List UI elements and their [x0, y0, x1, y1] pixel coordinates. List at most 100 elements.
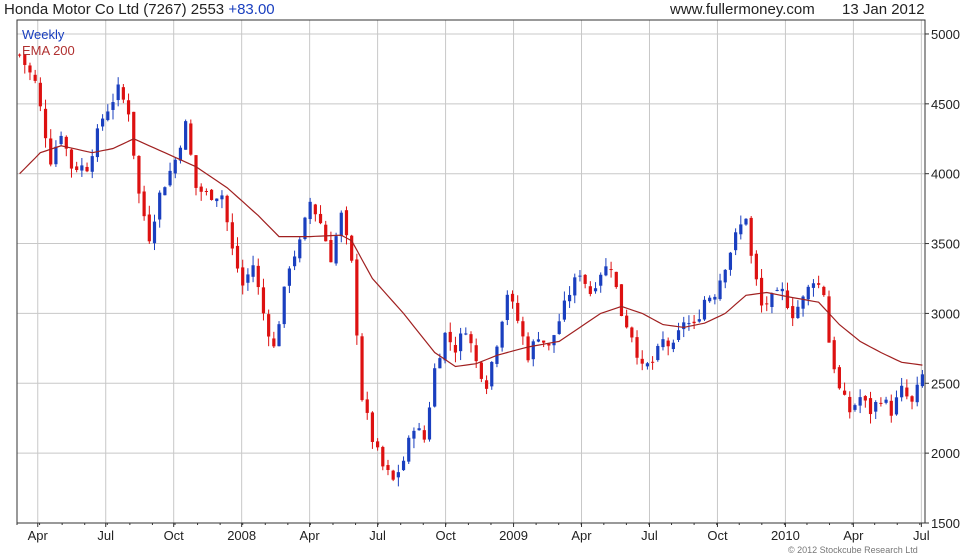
- candle: [817, 275, 821, 289]
- candle: [209, 188, 214, 201]
- candle: [765, 296, 769, 312]
- y-tick-label: 4000: [931, 167, 960, 182]
- candle: [661, 331, 665, 351]
- candle: [147, 205, 151, 244]
- candle: [111, 93, 115, 120]
- candle: [842, 382, 847, 396]
- candle: [318, 205, 323, 225]
- candlestick-series: [17, 53, 925, 487]
- candle: [900, 377, 904, 402]
- candle: [116, 77, 120, 107]
- x-tick-label: Oct: [164, 528, 185, 543]
- x-axis-ticks: Apr Jul Oct 2008 Apr Jul Oct 2009 Apr Jul Oct 2010 A…: [16, 523, 930, 543]
- candle: [401, 456, 406, 471]
- candle: [874, 400, 878, 420]
- candle: [215, 198, 219, 207]
- x-tick-label: Oct: [435, 528, 456, 543]
- candle: [640, 350, 644, 371]
- candle: [759, 269, 764, 313]
- candle: [505, 290, 509, 326]
- candle: [500, 320, 504, 352]
- candle: [256, 258, 260, 295]
- candle: [557, 313, 561, 335]
- candle: [261, 278, 266, 321]
- x-tick-label: Apr: [300, 528, 321, 543]
- candle: [547, 343, 551, 351]
- candle: [277, 321, 281, 347]
- candle: [308, 197, 312, 225]
- legend-weekly: Weekly: [22, 27, 65, 42]
- candle: [59, 131, 63, 147]
- candle: [292, 250, 297, 271]
- candle: [370, 411, 375, 449]
- candle: [225, 194, 229, 232]
- candle: [464, 327, 468, 336]
- y-tick-label: 4500: [931, 97, 960, 112]
- candle: [832, 336, 836, 374]
- candle: [246, 268, 250, 291]
- candle: [599, 272, 603, 293]
- candle: [708, 295, 712, 303]
- candle: [267, 309, 271, 347]
- candle: [142, 185, 146, 221]
- candle: [64, 135, 68, 157]
- candle: [822, 285, 826, 297]
- candle: [604, 258, 608, 277]
- candle: [588, 281, 592, 297]
- candle: [609, 261, 613, 278]
- candle: [43, 99, 48, 148]
- candle: [49, 129, 53, 167]
- candle: [619, 284, 624, 317]
- website-label[interactable]: www.fullermoney.com: [670, 1, 815, 18]
- candle: [386, 459, 390, 476]
- candle: [775, 287, 779, 292]
- candle: [567, 286, 572, 308]
- candle: [235, 237, 240, 273]
- candle: [791, 298, 795, 327]
- plot-frame: [16, 19, 926, 524]
- candle: [158, 190, 162, 228]
- candle: [427, 401, 432, 442]
- candle: [702, 296, 707, 321]
- x-tick-label: Jul: [369, 528, 386, 543]
- x-tick-label: Apr: [571, 528, 592, 543]
- candle: [630, 326, 634, 343]
- candle: [827, 290, 831, 343]
- candle: [272, 331, 276, 348]
- candle: [645, 361, 650, 370]
- candle: [391, 469, 395, 482]
- candle: [713, 294, 717, 305]
- candle: [298, 236, 302, 263]
- candle: [516, 295, 520, 324]
- chart-title-row: Honda Motor Co Ltd (7267) 2553 +83.00: [4, 1, 275, 18]
- candle: [884, 396, 888, 405]
- candle: [676, 322, 681, 343]
- candle: [381, 445, 385, 471]
- candle: [593, 282, 598, 294]
- candle: [531, 339, 535, 367]
- candle: [754, 250, 758, 286]
- chart-date: 13 Jan 2012: [842, 1, 925, 18]
- candle: [848, 391, 852, 419]
- candle: [863, 395, 867, 408]
- candle: [728, 251, 733, 276]
- candle: [459, 327, 463, 361]
- candle: [422, 425, 426, 443]
- candle: [744, 218, 748, 226]
- candle: [879, 397, 883, 407]
- candle: [355, 253, 359, 345]
- y-tick-label: 5000: [931, 27, 960, 42]
- candle: [536, 331, 541, 343]
- x-tick-label: 2010: [771, 528, 800, 543]
- grid: [17, 20, 925, 524]
- candle: [552, 334, 556, 353]
- candle: [614, 271, 618, 289]
- candle: [194, 155, 198, 196]
- x-tick-label: Apr: [28, 528, 49, 543]
- candle: [38, 77, 42, 112]
- candle: [33, 69, 37, 84]
- candle: [17, 53, 22, 58]
- candle: [811, 279, 816, 297]
- candle: [692, 315, 696, 329]
- candle: [915, 376, 919, 407]
